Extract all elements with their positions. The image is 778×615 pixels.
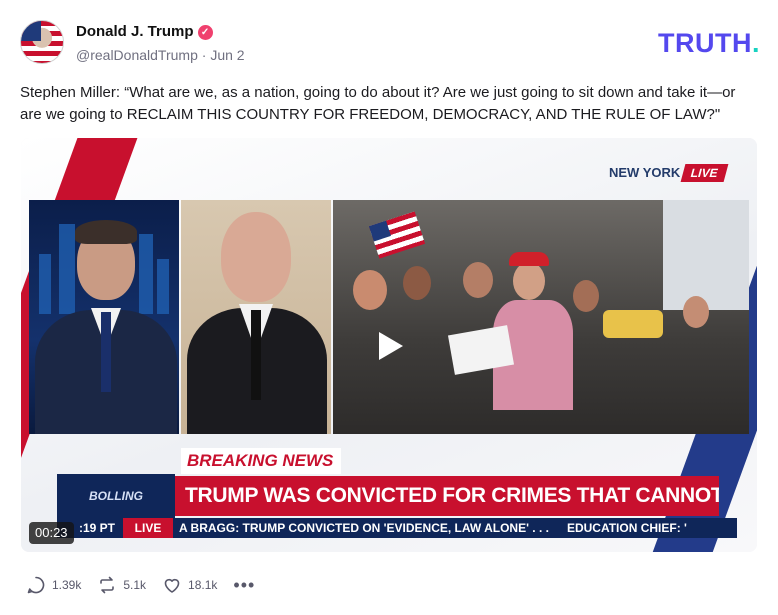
- video-pane-street: [333, 200, 749, 434]
- avatar[interactable]: [20, 20, 64, 64]
- truth-logo-dot: .: [751, 28, 760, 58]
- video-duration: 00:23: [29, 522, 74, 544]
- reply-icon: [27, 576, 45, 594]
- truth-logo-text: TRUTH: [658, 28, 752, 58]
- news-ticker: :19 PT LIVE A BRAGG: TRUMP CONVICTED ON 'E…: [57, 518, 737, 538]
- post-actions: 1.39k 5.1k 18.1k •••: [26, 574, 271, 596]
- ticker-live: LIVE: [123, 518, 173, 538]
- video-pane-host: [29, 200, 179, 434]
- man-red-cap: [509, 252, 549, 266]
- retruth-count: 5.1k: [123, 578, 147, 592]
- location-label: NEW YORK: [609, 165, 681, 180]
- show-logo: BOLLING: [57, 474, 175, 518]
- like-button[interactable]: 18.1k: [162, 575, 217, 595]
- like-icon: [164, 578, 180, 593]
- retruth-button[interactable]: 5.1k: [97, 575, 146, 595]
- video-pane-guest: [181, 200, 331, 434]
- video-player[interactable]: NEW YORK LIVE BREAKING NEWS BOLLING TRUM…: [21, 138, 757, 552]
- guest-head: [221, 212, 291, 302]
- more-icon[interactable]: •••: [233, 576, 255, 594]
- american-flag: [368, 211, 426, 259]
- truth-logo[interactable]: TRUTH.: [658, 28, 760, 59]
- post-body: Stephen Miller: “What are we, as a natio…: [20, 84, 736, 123]
- ticker-text-2: EDUCATION CHIEF: ': [566, 521, 687, 535]
- ticker-text: A BRAGG: TRUMP CONVICTED ON 'EVIDENCE, L…: [179, 521, 549, 535]
- author-name-text[interactable]: Donald J. Trump: [76, 23, 194, 40]
- verified-badge-icon: ✓: [197, 25, 213, 40]
- reply-count: 1.39k: [52, 578, 82, 592]
- like-count: 18.1k: [188, 578, 218, 592]
- author-meta: @realDonaldTrump · Jun 2: [76, 47, 245, 63]
- news-headline: TRUMP WAS CONVICTED FOR CRIMES THAT CANN…: [175, 476, 719, 516]
- live-badge: LIVE: [680, 164, 729, 182]
- meta-separator: ·: [201, 47, 207, 63]
- street-bus: [663, 200, 749, 310]
- post-date[interactable]: Jun 2: [210, 47, 244, 63]
- breaking-news-label: BREAKING NEWS: [181, 448, 341, 474]
- author-handle[interactable]: @realDonaldTrump: [76, 47, 198, 63]
- post-header: Donald J. Trump ✓ @realDonaldTrump · Jun …: [20, 20, 760, 68]
- author-name[interactable]: Donald J. Trump ✓: [76, 23, 213, 40]
- yellow-taxi: [603, 310, 663, 338]
- play-icon[interactable]: [369, 326, 409, 366]
- reply-button[interactable]: 1.39k: [26, 575, 81, 595]
- retruth-icon: [100, 576, 115, 594]
